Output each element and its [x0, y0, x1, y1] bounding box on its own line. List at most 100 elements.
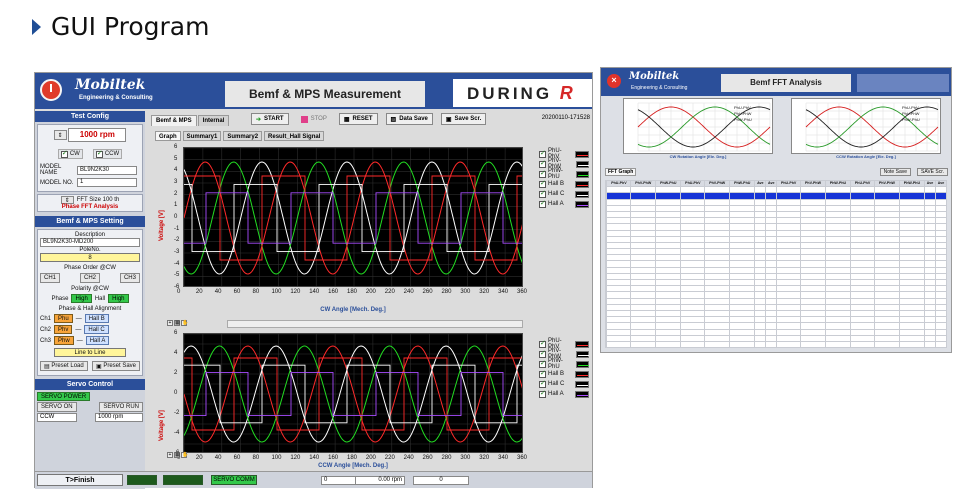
- legend-check-icon[interactable]: [539, 359, 546, 368]
- subtab-graph[interactable]: Graph: [155, 131, 181, 141]
- tab-bemf-mps[interactable]: Bemf & MPS: [151, 115, 197, 126]
- pan-icon[interactable]: ▦: [174, 320, 180, 326]
- servo-direction[interactable]: CCW: [37, 413, 77, 422]
- top-plot[interactable]: [183, 147, 523, 287]
- bottom-plot[interactable]: [183, 333, 523, 453]
- pan-icon[interactable]: ▦: [174, 452, 180, 458]
- fft-size-stepper[interactable]: ⇕: [60, 196, 74, 204]
- fft-cell: [824, 340, 852, 349]
- fft-cell: [800, 340, 826, 349]
- legend-check-icon[interactable]: [539, 179, 546, 188]
- y-tick-label: 1: [174, 202, 178, 209]
- x-tick-label: 180: [347, 455, 358, 461]
- poleno-field[interactable]: 8: [40, 253, 140, 262]
- dash: —: [75, 315, 82, 322]
- table-row[interactable]: [604, 340, 948, 349]
- align-ch2-hall[interactable]: Hall C: [84, 325, 109, 334]
- fft-ccw-plot[interactable]: PhU-PhVPhV-PhWPhW-PhU: [791, 98, 941, 154]
- legend-item[interactable]: Hall C: [539, 189, 589, 199]
- reset-label: RESET: [352, 116, 373, 122]
- fft-save-button[interactable]: SAVE Scr.: [917, 168, 948, 176]
- legend-swatch-icon: [575, 150, 589, 158]
- tab-internal[interactable]: Internal: [197, 115, 230, 126]
- fft-cell: [704, 340, 731, 349]
- fft-graph-tab[interactable]: FFT Graph: [605, 168, 637, 176]
- legend-item[interactable]: PhW-PhU: [539, 358, 589, 370]
- model-name-field[interactable]: BL9N2K30: [77, 165, 137, 175]
- servo-run-button[interactable]: SERVO RUN: [99, 402, 143, 412]
- phase-polarity-toggle[interactable]: High: [71, 294, 92, 303]
- data-save-button[interactable]: ▨ Data Save: [385, 113, 433, 125]
- description-field[interactable]: BL9N2K30-MD200: [40, 238, 140, 247]
- legend-check-icon[interactable]: [539, 349, 546, 358]
- align-ch1-hall[interactable]: Hall B: [84, 314, 109, 323]
- zoom-icon[interactable]: +: [167, 452, 173, 458]
- bottom-plot-tools[interactable]: + ▦ ✋: [167, 452, 188, 458]
- subtab-summary1[interactable]: Summary1: [182, 131, 222, 141]
- heading-arrow-icon: [32, 18, 41, 35]
- hand-icon[interactable]: ✋: [181, 452, 188, 458]
- ccw-checkbox[interactable]: CCW: [92, 149, 123, 159]
- x-tick-label: 100: [271, 455, 282, 461]
- close-icon[interactable]: ×: [607, 74, 621, 88]
- align-ch3-phase[interactable]: Phw: [54, 336, 74, 345]
- servo-rpm[interactable]: 1000 rpm: [95, 413, 143, 422]
- fft-size-field[interactable]: FFT Size 100 th: [77, 197, 120, 203]
- legend-item[interactable]: Hall C: [539, 379, 589, 389]
- legend-item[interactable]: Hall B: [539, 179, 589, 189]
- note-save-button[interactable]: Note Save: [879, 168, 912, 176]
- polarity-label: Polarity @CW: [71, 286, 109, 292]
- legend-check-icon[interactable]: [539, 189, 546, 198]
- hall-polarity-toggle[interactable]: High: [108, 294, 129, 303]
- zoom-icon[interactable]: +: [167, 320, 173, 326]
- fft-window: × Mobiltek Engineering & Consulting Bemf…: [600, 67, 952, 353]
- align-ch2-phase[interactable]: Phv: [54, 325, 73, 334]
- top-plot-tools[interactable]: + ▦ ✋: [167, 320, 188, 326]
- cw-checkbox[interactable]: CW: [57, 149, 83, 159]
- page-heading: GUI Program: [32, 12, 209, 41]
- legend-item[interactable]: PhW-PhU: [539, 168, 589, 180]
- legend-item[interactable]: Hall A: [539, 199, 589, 209]
- legend-check-icon[interactable]: [539, 159, 546, 168]
- preset-load-button[interactable]: ▤ Preset Load: [40, 361, 88, 371]
- top-plot-scrollbar[interactable]: [227, 320, 523, 328]
- y-tick-label: 5: [174, 155, 178, 162]
- servo-on-button[interactable]: SERVO ON: [37, 402, 77, 412]
- legend-check-icon[interactable]: [539, 369, 546, 378]
- preset-load-label: Preset Load: [51, 363, 84, 369]
- stop-button[interactable]: STOP: [297, 113, 331, 125]
- phase-order-ch2[interactable]: CH2: [79, 273, 100, 283]
- align-ch3-hall[interactable]: Hall A: [85, 336, 110, 345]
- hall-polarity-label: Hall: [94, 295, 106, 302]
- phase-order-ch1[interactable]: CH1: [40, 273, 61, 283]
- fft-cw-plot[interactable]: PhU-PhVPhV-PhWPhW-PhU: [623, 98, 773, 154]
- preset-save-button[interactable]: ▣ Preset Save: [91, 361, 140, 371]
- subtab-summary2[interactable]: Summary2: [223, 131, 263, 141]
- legend-check-icon[interactable]: [539, 389, 546, 398]
- start-button[interactable]: ➔ START: [251, 113, 289, 125]
- rpm-stepper[interactable]: ⇕: [53, 130, 67, 140]
- rpm-field[interactable]: 1000 rpm: [68, 128, 127, 142]
- model-no-field[interactable]: 1: [77, 178, 137, 187]
- legend-item[interactable]: Hall A: [539, 389, 589, 399]
- align-ch1-phase[interactable]: Phu: [54, 314, 73, 323]
- y-tick-label: 4: [174, 350, 178, 356]
- x-tick-label: 80: [252, 289, 260, 295]
- reset-button[interactable]: ▦ RESET: [338, 113, 378, 125]
- phase-fft-button[interactable]: Phase FFT Analysis: [39, 204, 141, 210]
- save-screen-button[interactable]: ▣ Save Scr.: [440, 113, 487, 125]
- legend-check-icon[interactable]: [539, 149, 546, 158]
- legend-check-icon[interactable]: [539, 169, 546, 178]
- legend-item[interactable]: Hall B: [539, 369, 589, 379]
- legend-check-icon[interactable]: [539, 339, 546, 348]
- line-to-line-toggle[interactable]: Line to Line: [54, 348, 126, 357]
- subtab-result-hall[interactable]: Result_Hall Signal: [264, 131, 325, 141]
- left-panel: Test Config ⇕ 1000 rpm CW CCW MODEL NAME…: [35, 111, 145, 489]
- servo-power-button[interactable]: SERVO POWER: [37, 392, 91, 401]
- phase-order-ch3[interactable]: CH3: [119, 273, 140, 283]
- hand-icon[interactable]: ✋: [181, 320, 188, 326]
- power-icon[interactable]: [40, 79, 62, 101]
- legend-check-icon[interactable]: [539, 379, 546, 388]
- top-plot-ylabel: Voltage [V]: [159, 210, 165, 241]
- legend-check-icon[interactable]: [539, 199, 546, 208]
